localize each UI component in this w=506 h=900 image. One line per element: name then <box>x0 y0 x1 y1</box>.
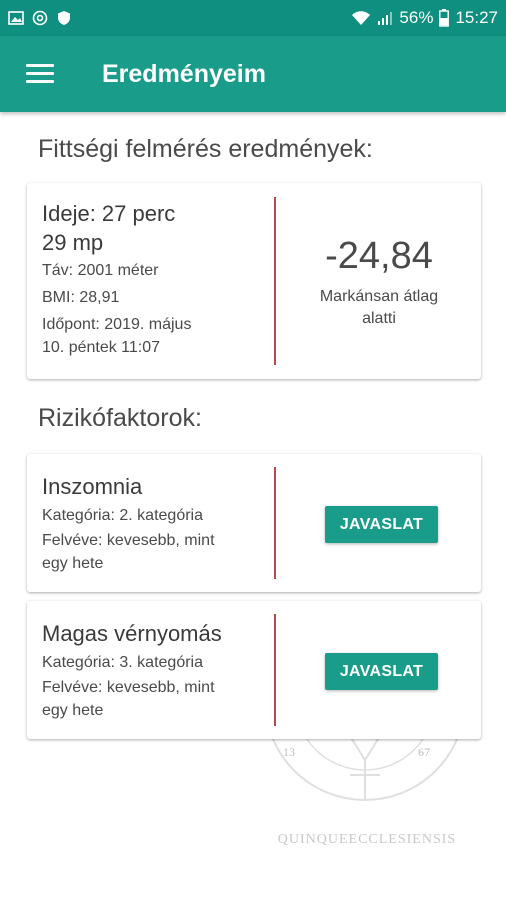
risk-category: Kategória: 3. kategória <box>42 654 203 671</box>
wifi-icon <box>352 11 371 25</box>
image-icon <box>8 11 24 25</box>
at-sign-icon <box>32 10 48 26</box>
score-value: -24,84 <box>325 235 433 277</box>
score-description-line1: Markánsan átlag <box>319 288 439 305</box>
status-bar: 56% 15:27 <box>0 0 506 36</box>
watermark-number-right: 67 <box>418 745 430 759</box>
risk-recorded-line1: Felvéve: kevesebb, mint <box>42 679 215 696</box>
status-right: 56% 15:27 <box>351 8 498 28</box>
menu-button[interactable] <box>0 36 80 112</box>
fitness-score: -24,84 Markánsan átlag alatti <box>277 235 481 330</box>
date-line1: Időpont: 2019. május <box>42 316 192 333</box>
status-left-icons <box>8 10 72 26</box>
risk-title: Inszomnia <box>42 474 143 499</box>
page-title: Eredményeim <box>102 59 266 88</box>
date-line2: 10. péntek 11:07 <box>42 339 161 356</box>
fitness-result-card: Ideje: 27 perc 29 mp Táv: 2001 méter BMI… <box>27 183 481 379</box>
battery-icon <box>439 9 450 27</box>
risk-card: Magas vérnyomás Kategória: 3. kategória … <box>27 601 481 739</box>
risk-title: Magas vérnyomás <box>42 621 222 646</box>
score-description-line2: alatti <box>362 310 396 327</box>
risk-category: Kategória: 2. kategória <box>42 507 203 524</box>
card-divider <box>274 467 276 579</box>
fitness-section-title: Fittségi felmérés eredmények: <box>38 135 373 163</box>
risk-recorded-line2: egy hete <box>42 555 104 572</box>
duration-line1: Ideje: 27 perc <box>42 201 176 226</box>
fitness-details: Ideje: 27 perc 29 mp Táv: 2001 méter BMI… <box>42 199 264 359</box>
watermark-number-left: 13 <box>283 745 295 759</box>
bmi: BMI: 28,91 <box>42 289 120 306</box>
recommendation-button[interactable]: JAVASLAT <box>325 653 438 690</box>
watermark-text: QUINQUEECCLESIENSIS <box>277 832 457 847</box>
risk-recorded-line1: Felvéve: kevesebb, mint <box>42 532 215 549</box>
risk-section-title: Rizikófaktorok: <box>38 404 202 432</box>
shield-icon <box>58 11 70 25</box>
risk-card: Inszomnia Kategória: 2. kategória Felvév… <box>27 454 481 592</box>
risk-details: Inszomnia Kategória: 2. kategória Felvév… <box>42 472 264 575</box>
card-divider <box>274 614 276 726</box>
battery-percentage: 56% <box>399 8 434 27</box>
app-bar: Eredményeim <box>0 36 506 112</box>
hamburger-menu-icon <box>26 64 54 84</box>
distance: Táv: 2001 méter <box>42 262 159 279</box>
signal-icon <box>378 12 393 25</box>
risk-recorded-line2: egy hete <box>42 702 104 719</box>
clock: 15:27 <box>455 8 498 27</box>
risk-details: Magas vérnyomás Kategória: 3. kategória … <box>42 619 264 722</box>
card-divider <box>274 197 276 365</box>
recommendation-button[interactable]: JAVASLAT <box>325 506 438 543</box>
duration-line2: 29 mp <box>42 230 104 255</box>
